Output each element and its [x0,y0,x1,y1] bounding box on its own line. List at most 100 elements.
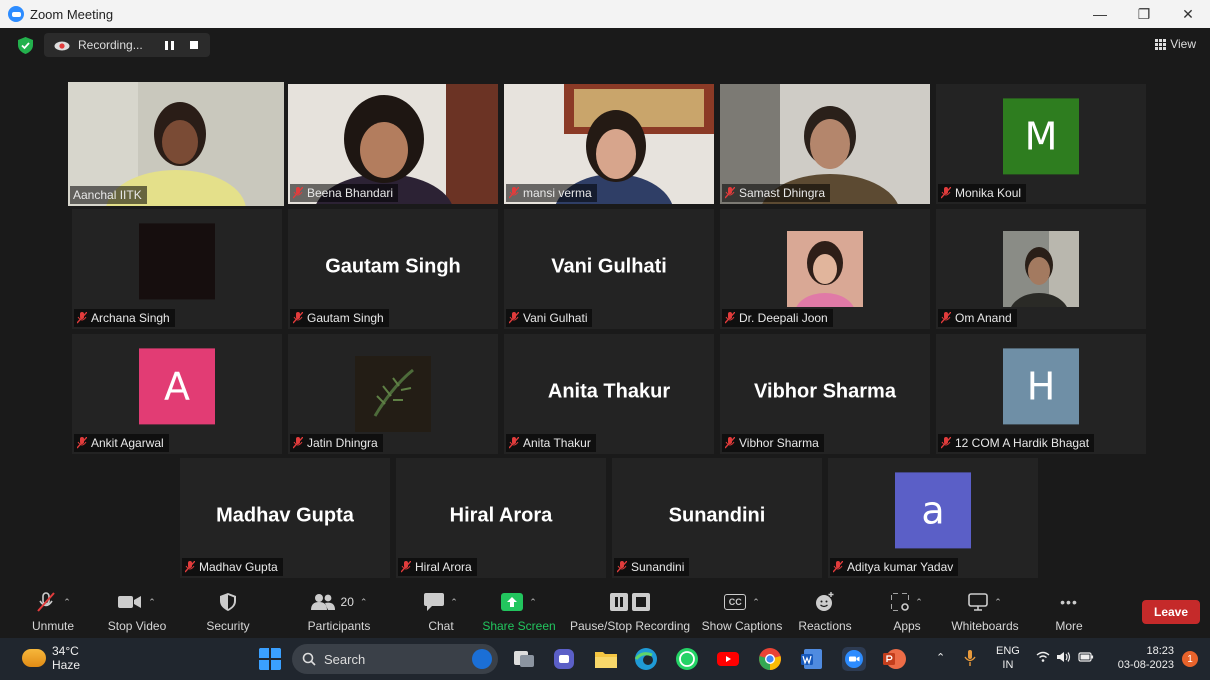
more-dots-icon: ••• [1060,594,1078,610]
battery-icon [1078,652,1094,662]
mic-muted-icon [293,187,303,199]
participant-tile[interactable]: Madhav Gupta Madhav Gupta [180,458,390,578]
participant-nameplate: Hiral Arora [398,558,477,576]
participants-label: Participants [307,619,371,633]
zoom-app-icon [8,6,24,22]
pause-stop-recording-button[interactable]: Pause/Stop Recording [570,590,690,636]
zoom-taskbar-icon[interactable] [842,647,866,671]
shield-icon[interactable] [18,37,33,54]
participant-tile[interactable]: Om Anand [936,209,1146,329]
pause-recording-icon[interactable] [161,36,179,54]
chat-icon [424,593,445,611]
participant-tile[interactable]: Vani Gulhati Vani Gulhati [504,209,714,329]
language-indicator[interactable]: ENG IN [996,644,1020,672]
participant-nameplate: 12 COM A Hardik Bhagat [938,434,1095,452]
participant-tile[interactable]: H 12 COM A Hardik Bhagat [936,334,1146,454]
mic-muted-icon [401,561,411,573]
participant-name: Beena Bhandari [307,186,394,200]
bing-icon [472,649,492,669]
restore-button[interactable]: ❐ [1122,0,1166,28]
taskbar-clock[interactable]: 18:23 03-08-2023 [1118,644,1174,672]
participant-tile[interactable]: Aanchal IITK [68,82,284,206]
temperature: 34°C [52,644,79,658]
minimize-button[interactable]: — [1078,0,1122,28]
youtube-icon[interactable] [716,647,740,671]
chevron-up-icon[interactable]: ⌃ [936,651,945,665]
grid-icon [1155,38,1167,50]
notification-badge[interactable]: 1 [1182,651,1198,667]
chevron-up-icon[interactable]: ⌃ [915,597,923,608]
chevron-up-icon[interactable]: ⌃ [360,597,368,608]
whatsapp-icon[interactable] [675,647,699,671]
participant-tile[interactable]: Hiral Arora Hiral Arora [396,458,606,578]
participant-nameplate: Beena Bhandari [290,184,399,202]
participant-tile[interactable]: Anita Thakur Anita Thakur [504,334,714,454]
chrome-icon[interactable] [758,647,782,671]
chevron-up-icon[interactable]: ⌃ [529,597,537,608]
word-icon[interactable] [800,647,824,671]
weather-widget[interactable]: 34°C Haze [22,644,80,672]
participants-button[interactable]: 20 ⌃ Participants [294,590,384,636]
participant-profile-photo [355,356,431,432]
participant-tile[interactable]: Archana Singh [72,209,282,329]
participant-tile[interactable]: Dr. Deepali Joon [720,209,930,329]
view-label: View [1170,37,1196,51]
participant-tile[interactable]: Gautam Singh Gautam Singh [288,209,498,329]
search-placeholder: Search [324,651,366,667]
reactions-button[interactable]: Reactions [798,590,852,636]
chat-label: Chat [428,619,454,633]
participant-tile[interactable]: a Aditya kumar Yadav [828,458,1038,578]
participant-tile[interactable]: M Monika Koul [936,84,1146,204]
more-button[interactable]: ••• More [1052,590,1086,636]
mic-muted-icon [509,312,519,324]
participant-name: Dr. Deepali Joon [739,311,828,325]
reactions-icon [816,592,834,611]
participant-display-name: Anita Thakur [547,380,671,403]
participant-display-name: Sunandini [668,504,766,527]
chat-button[interactable]: ⌃ Chat [416,590,466,636]
security-button[interactable]: Security [206,590,250,636]
participant-tile[interactable]: A Ankit Agarwal [72,334,282,454]
participant-tile[interactable]: Jatin Dhingra [288,334,498,454]
view-button[interactable]: View [1155,37,1196,51]
chevron-up-icon[interactable]: ⌃ [994,597,1002,608]
whiteboards-button[interactable]: ⌃ Whiteboards [950,590,1020,636]
os-taskbar: 34°C Haze Search ⌃ ENG IN 18:23 03-08-20… [0,638,1210,680]
stop-video-button[interactable]: ⌃ Stop Video [106,590,168,636]
language-code: ENG [996,645,1020,657]
stop-recording-icon[interactable] [185,36,203,54]
taskbar-search[interactable]: Search [292,644,498,674]
participant-tile[interactable]: Beena Bhandari [288,84,498,204]
participant-profile-photo [1003,231,1079,307]
file-explorer-icon[interactable] [594,647,618,671]
participant-tile[interactable]: Sunandini Sunandini [612,458,822,578]
chevron-up-icon[interactable]: ⌃ [450,597,458,608]
apps-button[interactable]: ⌃ Apps [884,590,930,636]
search-icon [302,652,316,666]
windows-start-icon[interactable] [258,647,282,671]
participant-nameplate: Monika Koul [938,184,1027,202]
close-button[interactable]: ✕ [1166,0,1210,28]
mic-muted-icon [725,187,735,199]
participant-nameplate: Gautam Singh [290,309,389,327]
participant-tile[interactable]: Samast Dhingra [720,84,930,204]
teams-chat-icon[interactable] [552,647,576,671]
participant-tile[interactable]: mansi verma [504,84,714,204]
chevron-up-icon[interactable]: ⌃ [752,597,760,608]
show-captions-button[interactable]: CC ⌃ Show Captions [702,590,782,636]
participant-tile[interactable]: Vibhor Sharma Vibhor Sharma [720,334,930,454]
participant-name: mansi verma [523,186,592,200]
system-tray[interactable] [1036,651,1094,663]
unmute-button[interactable]: ⌃ Unmute [28,590,78,636]
powerpoint-icon[interactable] [882,647,906,671]
participant-nameplate: Sunandini [614,558,690,576]
chevron-up-icon[interactable]: ⌃ [63,597,71,608]
participant-nameplate: Aditya kumar Yadav [830,558,959,576]
chevron-up-icon[interactable]: ⌃ [148,597,156,608]
participant-nameplate: Dr. Deepali Joon [722,309,833,327]
edge-browser-icon[interactable] [634,647,658,671]
microphone-icon[interactable] [964,650,976,666]
leave-button[interactable]: Leave [1142,600,1200,624]
task-view-icon[interactable] [512,647,536,671]
share-screen-button[interactable]: ⌃ Share Screen [482,590,556,636]
